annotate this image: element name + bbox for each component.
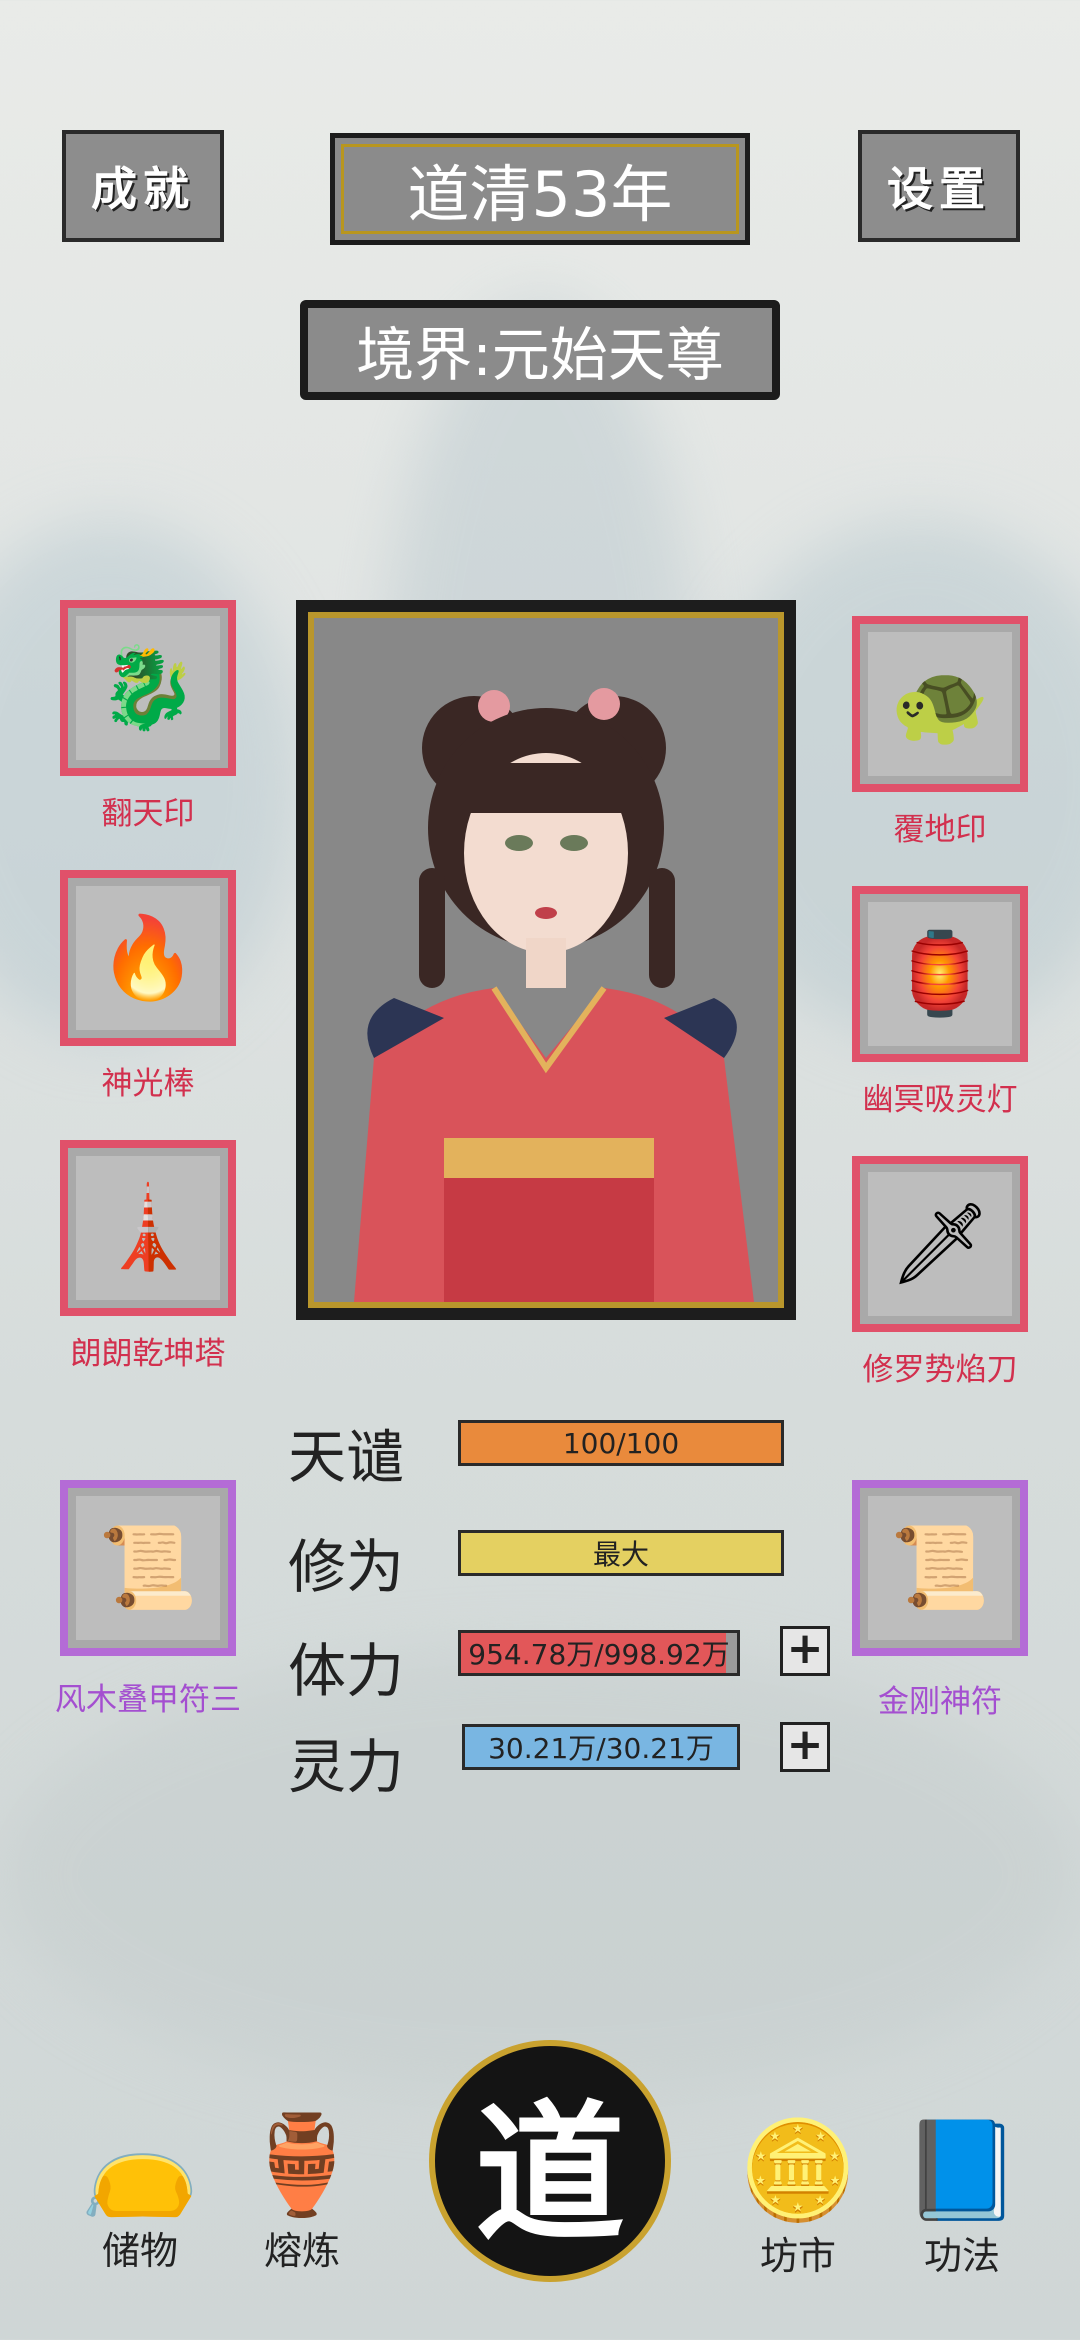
tianqian-bar: 100/100: [458, 1420, 784, 1466]
character-portrait-frame[interactable]: [296, 600, 796, 1320]
stat-name-lingli: 灵力: [288, 1733, 405, 1801]
achievement-button[interactable]: 成就: [62, 130, 224, 242]
equip-label: 金刚神符: [878, 1684, 1002, 1720]
equip-slot-left-1[interactable]: 🐉: [60, 600, 236, 776]
nav-techniques[interactable]: 📘 功法: [892, 2115, 1032, 2280]
equip-slot-left-2[interactable]: 🔥: [60, 870, 236, 1046]
dao-emblem: 道: [429, 2040, 671, 2282]
equip-label: 风木叠甲符三: [55, 1682, 241, 1718]
jade-dragon-seal-icon: 🐉: [76, 616, 220, 760]
year-text: 道清53年: [407, 158, 673, 231]
nav-market-label: 坊市: [759, 2234, 836, 2278]
xiuwei-bar: 最大: [458, 1530, 784, 1576]
coins-icon: 🪙: [738, 2114, 858, 2226]
year-banner: 道清53年: [330, 133, 750, 245]
equip-label: 覆地印: [893, 812, 987, 848]
spirit-lamp-icon: 🏮: [868, 902, 1012, 1046]
nav-dao[interactable]: 道: [420, 2040, 680, 2300]
nav-storage[interactable]: 👝 储物: [70, 2110, 210, 2275]
book-icon: 📘: [902, 2114, 1022, 2226]
equip-label: 翻天印: [101, 796, 195, 832]
dao-glyph: 道: [474, 2085, 625, 2262]
tili-value: 954.78万/998.92万: [468, 1638, 730, 1671]
nav-smelt[interactable]: 🏺 熔炼: [232, 2110, 372, 2275]
turtle-seal-icon: 🐢: [868, 632, 1012, 776]
equip-slot-right-3[interactable]: 🗡: [852, 1156, 1028, 1332]
lingli-bar: 30.21万/30.21万: [462, 1724, 740, 1770]
equip-slot-left-3[interactable]: 🗼: [60, 1140, 236, 1316]
nav-storage-label: 储物: [101, 2229, 178, 2273]
nav-techniques-label: 功法: [923, 2234, 1000, 2278]
talisman-icon: 📜: [868, 1496, 1012, 1640]
equip-label: 神光棒: [101, 1066, 195, 1102]
stat-name-tili: 体力: [288, 1637, 405, 1705]
equip-label: 修罗势焰刀: [862, 1352, 1018, 1388]
xiuwei-value: 最大: [592, 1538, 649, 1571]
achievement-label: 成就: [91, 162, 195, 216]
stat-name-tianqian: 天谴: [288, 1423, 405, 1491]
nav-market[interactable]: 🪙 坊市: [728, 2115, 868, 2280]
equip-label: 幽冥吸灵灯: [862, 1082, 1018, 1118]
equip-slot-left-4[interactable]: 📜: [60, 1480, 236, 1656]
lingli-plus-button[interactable]: +: [780, 1722, 830, 1772]
tianqian-value: 100/100: [562, 1426, 680, 1460]
equip-slot-right-2[interactable]: 🏮: [852, 886, 1028, 1062]
equip-slot-right-1[interactable]: 🐢: [852, 616, 1028, 792]
character-portrait: [308, 612, 784, 1308]
stat-name-xiuwei: 修为: [288, 1533, 405, 1601]
character-figure: [354, 688, 754, 1302]
equip-slot-right-4[interactable]: 📜: [852, 1480, 1028, 1656]
cauldron-icon: 🏺: [242, 2109, 362, 2221]
talisman-icon: 📜: [76, 1496, 220, 1640]
lingli-value: 30.21万/30.21万: [488, 1732, 714, 1765]
nav-smelt-label: 熔炼: [263, 2229, 340, 2273]
tili-bar: 954.78万/998.92万: [458, 1630, 740, 1676]
settings-button[interactable]: 设置: [858, 130, 1020, 242]
pouch-icon: 👝: [80, 2109, 200, 2221]
settings-label: 设置: [887, 162, 991, 216]
tili-plus-button[interactable]: +: [780, 1626, 830, 1676]
fire-staff-icon: 🔥: [76, 886, 220, 1030]
realm-text: 境界:元始天尊: [356, 321, 724, 389]
pagoda-icon: 🗼: [76, 1156, 220, 1300]
realm-banner: 境界:元始天尊: [300, 300, 780, 400]
flame-blade-icon: 🗡: [868, 1172, 1012, 1316]
equip-label: 朗朗乾坤塔: [70, 1336, 226, 1372]
